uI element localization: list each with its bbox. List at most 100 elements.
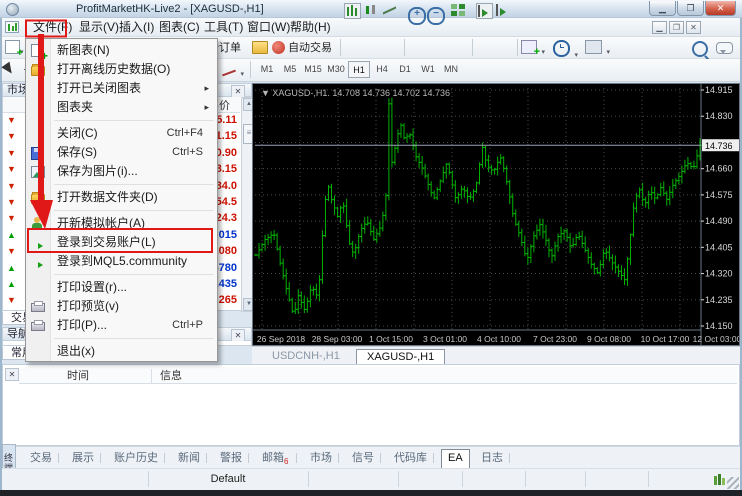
cursor-tool-icon[interactable] xyxy=(5,63,15,84)
file-menu-item[interactable]: 打开已关闭图表▸ xyxy=(26,79,217,98)
tab-separator xyxy=(338,453,339,463)
close-button[interactable]: ✕ xyxy=(705,1,736,16)
timeframe-w1[interactable]: W1 xyxy=(417,61,439,78)
submenu-arrow-icon: ▸ xyxy=(204,83,209,94)
menu-item-6[interactable]: 帮助(H) xyxy=(283,19,338,36)
timeframe-h4[interactable]: H4 xyxy=(371,61,393,78)
line-studies-dropdown[interactable]: ▾ xyxy=(222,63,244,85)
terminal-close-icon[interactable]: ✕ xyxy=(5,368,19,381)
terminal-tab-strip: 交易展示账户历史新闻警报邮箱6 市场信号代码库 EA 日志 xyxy=(2,446,740,468)
svg-text:26 Sep 2018: 26 Sep 2018 xyxy=(257,334,305,344)
bid-price: 1.15 xyxy=(216,130,237,142)
bar-chart-mode-button[interactable] xyxy=(344,3,361,19)
status-cell xyxy=(308,471,399,487)
file-menu-item[interactable]: 关闭(C)Ctrl+F4 xyxy=(26,124,217,143)
printer-icon xyxy=(31,303,45,312)
message-column-header[interactable]: 信息 xyxy=(151,369,182,383)
chat-icon[interactable] xyxy=(716,41,733,59)
timeframe-mn[interactable]: MN xyxy=(440,61,462,78)
file-menu-item[interactable]: 退出(x) xyxy=(26,342,217,361)
bid-price: 54.5 xyxy=(216,196,237,208)
bottom-tab-5[interactable]: 警报 xyxy=(214,450,248,466)
file-menu-item[interactable]: 打开离线历史数据(O) xyxy=(26,60,217,79)
time-column-header[interactable]: 时间 xyxy=(67,369,89,383)
timeframe-h1[interactable]: H1 xyxy=(348,61,370,78)
resize-grip[interactable] xyxy=(727,477,739,489)
chartnew-icon xyxy=(31,44,44,57)
application-window: ProfitMarketHK-Live2 - [XAGUSD-,H1] ▁ ❐ … xyxy=(0,0,742,496)
file-menu-item[interactable]: 保存(S)Ctrl+S xyxy=(26,143,217,162)
auto-scroll-button[interactable] xyxy=(495,3,512,19)
autotrading-icon xyxy=(272,41,285,54)
tile-windows-button[interactable] xyxy=(450,3,467,19)
timeframe-m5[interactable]: M5 xyxy=(279,61,301,78)
file-menu-item[interactable]: 登录到MQL5.community xyxy=(26,252,217,271)
zoom-in-button[interactable]: + xyxy=(408,3,425,19)
bottom-tab-7[interactable]: 市场 xyxy=(304,450,338,466)
disk-icon xyxy=(31,147,44,160)
candlestick-mode-button[interactable] xyxy=(363,3,380,19)
price-chart[interactable]: 14.73614.91514.83014.66014.57514.49014.4… xyxy=(253,84,739,345)
bottom-tab-2[interactable]: 展示 xyxy=(66,450,100,466)
tick-down-icon: ▼ xyxy=(7,198,16,207)
bid-price: 24.3 xyxy=(216,212,237,224)
file-menu-item[interactable]: 打开数据文件夹(D) xyxy=(26,188,217,207)
chart-window[interactable]: 14.73614.91514.83014.66014.57514.49014.4… xyxy=(252,83,740,346)
chart-window-icon[interactable] xyxy=(5,21,19,33)
menu-item-label: 退出(x) xyxy=(57,344,95,359)
tick-down-icon: ▼ xyxy=(7,116,16,125)
mail-count-badge: 6 xyxy=(284,457,288,466)
chart-tab-usdcnhh1[interactable]: USDCNH-,H1 xyxy=(262,349,350,364)
bottom-tab-4[interactable]: 新闻 xyxy=(172,450,206,466)
tick-down-icon: ▼ xyxy=(7,165,16,174)
chart-shift-button[interactable] xyxy=(476,3,493,19)
file-menu-item[interactable]: 打印设置(r)... xyxy=(26,278,217,297)
line-chart-mode-button[interactable] xyxy=(382,3,399,19)
tick-down-icon: ▼ xyxy=(7,214,16,223)
status-cell xyxy=(462,471,526,487)
timeframe-m1[interactable]: M1 xyxy=(256,61,278,78)
bottom-tab-11[interactable]: 日志 xyxy=(475,450,509,466)
chart-minimize-button[interactable]: ▁ xyxy=(652,21,667,34)
bottom-tab-10[interactable]: EA xyxy=(441,449,470,469)
submenu-arrow-icon: ▸ xyxy=(204,102,209,113)
file-menu-item[interactable]: 开新模拟帐户(A) xyxy=(26,214,217,233)
bottom-tab-8[interactable]: 信号 xyxy=(346,450,380,466)
file-menu-item[interactable]: 新图表(N) xyxy=(26,41,217,60)
window-title: ProfitMarketHK-Live2 - [XAGUSD-,H1] xyxy=(76,3,264,15)
svg-text:14.736: 14.736 xyxy=(705,141,733,151)
bottom-tab-1[interactable]: 交易 xyxy=(24,450,58,466)
timeframe-d1[interactable]: D1 xyxy=(394,61,416,78)
chart-close-button[interactable]: ✕ xyxy=(686,21,701,34)
minimize-button[interactable]: ▁ xyxy=(649,1,676,16)
metaeditor-icon[interactable] xyxy=(252,41,268,59)
menu-separator xyxy=(54,210,214,211)
bid-price: 84.0 xyxy=(216,180,237,192)
menu-item-label: 登录到交易账户(L) xyxy=(57,235,156,250)
status-profile[interactable]: Default xyxy=(148,471,309,487)
bottom-tab-6[interactable]: 邮箱6 xyxy=(256,450,294,466)
file-menu-item[interactable]: 保存为图片(i)... xyxy=(26,162,217,181)
file-menu-item[interactable]: 打印(P)...Ctrl+P xyxy=(26,316,217,335)
timeframe-m15[interactable]: M15 xyxy=(302,61,324,78)
bottom-tab-3[interactable]: 账户历史 xyxy=(108,450,164,466)
file-menu-item[interactable]: 打印预览(v) xyxy=(26,297,217,316)
chart-restore-button[interactable]: ❐ xyxy=(669,21,684,34)
svg-text:14.150: 14.150 xyxy=(705,321,733,331)
tick-down-icon: ▼ xyxy=(7,149,16,158)
restore-button[interactable]: ❐ xyxy=(677,1,704,16)
bottom-tab-9[interactable]: 代码库 xyxy=(388,450,433,466)
file-menu-item[interactable]: 图表夹▸ xyxy=(26,98,217,117)
timeframe-m30[interactable]: M30 xyxy=(325,61,347,78)
autotrading-button[interactable]: 自动交易 xyxy=(272,38,332,58)
zoom-out-button[interactable]: − xyxy=(427,3,444,19)
svg-text:▼ XAGUSD-,H1. 14.708 14.736 14: ▼ XAGUSD-,H1. 14.708 14.736 14.702 14.73… xyxy=(261,88,450,98)
tick-up-icon: ▲ xyxy=(7,231,16,240)
tick-down-icon: ▼ xyxy=(7,132,16,141)
menu-item-label: 保存(S) xyxy=(57,145,97,160)
status-cell xyxy=(398,471,463,487)
menu-shortcut: Ctrl+F4 xyxy=(167,127,203,139)
printer-icon xyxy=(31,322,45,331)
svg-text:7 Oct 23:00: 7 Oct 23:00 xyxy=(533,334,577,344)
file-menu-item[interactable]: 登录到交易账户(L) xyxy=(26,233,217,252)
